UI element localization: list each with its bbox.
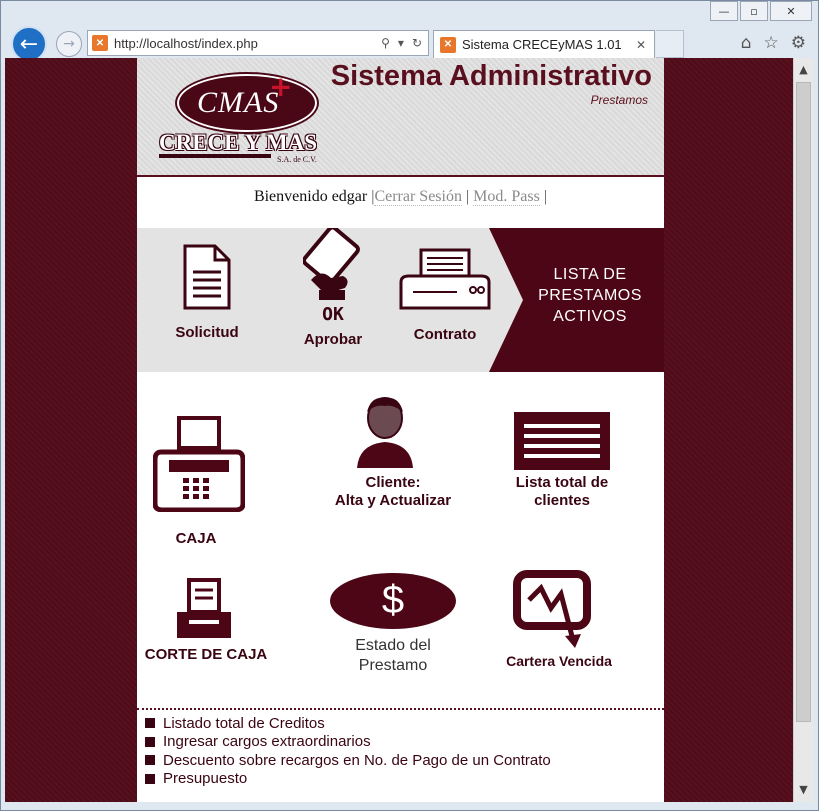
overdue-chart-icon[interactable]	[513, 570, 595, 650]
active-loans-label[interactable]: LISTA DE PRESTAMOS ACTIVOS	[515, 264, 665, 327]
title-bar: — ▫ ✕	[1, 1, 818, 25]
xampp-favicon-icon: ✕	[92, 35, 108, 51]
aprobar-label[interactable]: Aprobar	[287, 331, 379, 348]
scroll-down-icon[interactable]: ▼	[794, 780, 813, 798]
link-listado-creditos[interactable]: Listado total de Creditos	[145, 714, 660, 733]
link-presupuesto[interactable]: Presupuesto	[145, 770, 660, 789]
page-title: Sistema Administrativo	[330, 60, 652, 92]
loan-process-bar: Solicitud OK Aprobar Contrato LISTA DE P…	[137, 228, 664, 372]
estado-line1: Estado del	[355, 637, 431, 654]
home-icon[interactable]: ⌂	[741, 33, 752, 53]
new-tab-button[interactable]	[656, 30, 684, 58]
browser-tools: ⌂ ☆ ⚙	[741, 33, 806, 53]
logo-company-name: CRECE Y MAS	[159, 130, 318, 155]
scroll-thumb[interactable]	[796, 82, 811, 722]
url-text[interactable]: http://localhost/index.php	[114, 36, 381, 51]
welcome-bar: Bienvenido edgar |Cerrar Sesión | Mod. P…	[137, 188, 664, 206]
corte-caja-label[interactable]: CORTE DE CAJA	[141, 646, 271, 664]
settings-gear-icon[interactable]: ⚙	[791, 33, 806, 53]
document-icon[interactable]	[181, 244, 233, 312]
welcome-text: Bienvenido edgar	[253, 188, 368, 205]
contrato-label[interactable]: Contrato	[397, 326, 493, 343]
user-avatar-icon[interactable]	[353, 394, 417, 470]
link-descuento-recargos[interactable]: Descuento sobre recargos en No. de Pago …	[145, 751, 660, 770]
bullet-icon	[145, 773, 155, 784]
address-tools: ⚲ ▾ ↻	[381, 36, 422, 50]
logout-link[interactable]: Cerrar Sesión	[374, 188, 462, 206]
forward-arrow-icon[interactable]: →	[56, 31, 82, 57]
refresh-icon[interactable]: ↻	[412, 36, 422, 50]
change-password-link[interactable]: Mod. Pass	[473, 188, 540, 206]
logo-main-text: CMAS	[197, 86, 280, 119]
link-label[interactable]: Ingresar cargos extraordinarios	[163, 733, 371, 750]
cartera-vencida-label[interactable]: Cartera Vencida	[489, 652, 629, 670]
header-divider	[137, 175, 664, 177]
lista-clientes-line1: Lista total de	[515, 474, 609, 491]
address-bar[interactable]: ✕ http://localhost/index.php ⚲ ▾ ↻	[87, 30, 429, 56]
printer-icon[interactable]	[397, 248, 493, 312]
page-container: CMAS + CRECE Y MAS S.A. de C.V. Sistema …	[137, 58, 664, 802]
lista-clientes-label[interactable]: Lista total de clientes	[497, 474, 627, 510]
ok-badge: OK	[322, 304, 344, 325]
page-viewport: CMAS + CRECE Y MAS S.A. de C.V. Sistema …	[5, 58, 793, 802]
browser-tab[interactable]: ✕ Sistema CRECEyMAS 1.01 ✕	[433, 30, 655, 58]
logo-company-suffix: S.A. de C.V.	[277, 155, 317, 164]
bullet-icon	[145, 736, 155, 747]
estado-line2: Prestamo	[358, 657, 428, 674]
cash-register-icon[interactable]	[153, 416, 245, 512]
separator: |	[543, 188, 548, 205]
section-divider	[137, 708, 664, 710]
scroll-up-icon[interactable]: ▲	[794, 60, 813, 78]
maximize-icon[interactable]: ▫	[740, 1, 768, 21]
navigation-bar: ← → ✕ http://localhost/index.php ⚲ ▾ ↻ ✕…	[1, 25, 818, 62]
dropdown-icon[interactable]: ▾	[398, 36, 404, 50]
lista-clientes-line2: clientes	[534, 492, 590, 509]
xampp-favicon-icon: ✕	[440, 36, 456, 53]
dollar-sign: $	[381, 578, 405, 622]
search-icon[interactable]: ⚲	[381, 36, 390, 50]
link-label[interactable]: Presupuesto	[163, 770, 247, 787]
close-icon[interactable]: ✕	[770, 1, 812, 21]
estado-prestamo-label[interactable]: Estado del Prestamo	[323, 636, 463, 676]
solicitud-label[interactable]: Solicitud	[159, 324, 255, 341]
tab-close-icon[interactable]: ✕	[636, 38, 646, 52]
caja-label[interactable]: CAJA	[151, 530, 241, 548]
active-loans-line2: PRESTAMOS	[538, 287, 642, 304]
active-loans-line3: ACTIVOS	[553, 308, 627, 325]
cliente-line2: Alta y Actualizar	[334, 492, 452, 509]
link-cargos-extraordinarios[interactable]: Ingresar cargos extraordinarios	[145, 733, 660, 752]
links-list: Listado total de Creditos Ingresar cargo…	[145, 714, 660, 788]
register-closing-icon[interactable]	[173, 578, 235, 640]
vertical-scrollbar[interactable]: ▲ ▼	[793, 58, 813, 802]
cliente-line1: Cliente:	[365, 474, 421, 491]
window-controls: — ▫ ✕	[708, 1, 812, 21]
back-arrow-icon[interactable]: ←	[11, 26, 47, 62]
bullet-icon	[145, 755, 155, 766]
active-loans-line1: LISTA DE	[553, 266, 627, 283]
client-list-icon[interactable]	[514, 412, 610, 470]
site-header: CMAS + CRECE Y MAS S.A. de C.V. Sistema …	[137, 58, 664, 176]
favorites-star-icon[interactable]: ☆	[764, 33, 779, 53]
link-label[interactable]: Descuento sobre recargos en No. de Pago …	[163, 752, 551, 769]
minimize-icon[interactable]: —	[710, 1, 738, 21]
cliente-label[interactable]: Cliente: Alta y Actualizar	[313, 474, 473, 510]
bullet-icon	[145, 718, 155, 729]
logo-plus-icon: +	[269, 70, 293, 103]
separator: |	[465, 188, 470, 205]
page-subtitle: Prestamos	[590, 93, 648, 107]
tab-title: Sistema CRECEyMAS 1.01	[462, 37, 622, 52]
link-label[interactable]: Listado total de Creditos	[163, 715, 325, 732]
